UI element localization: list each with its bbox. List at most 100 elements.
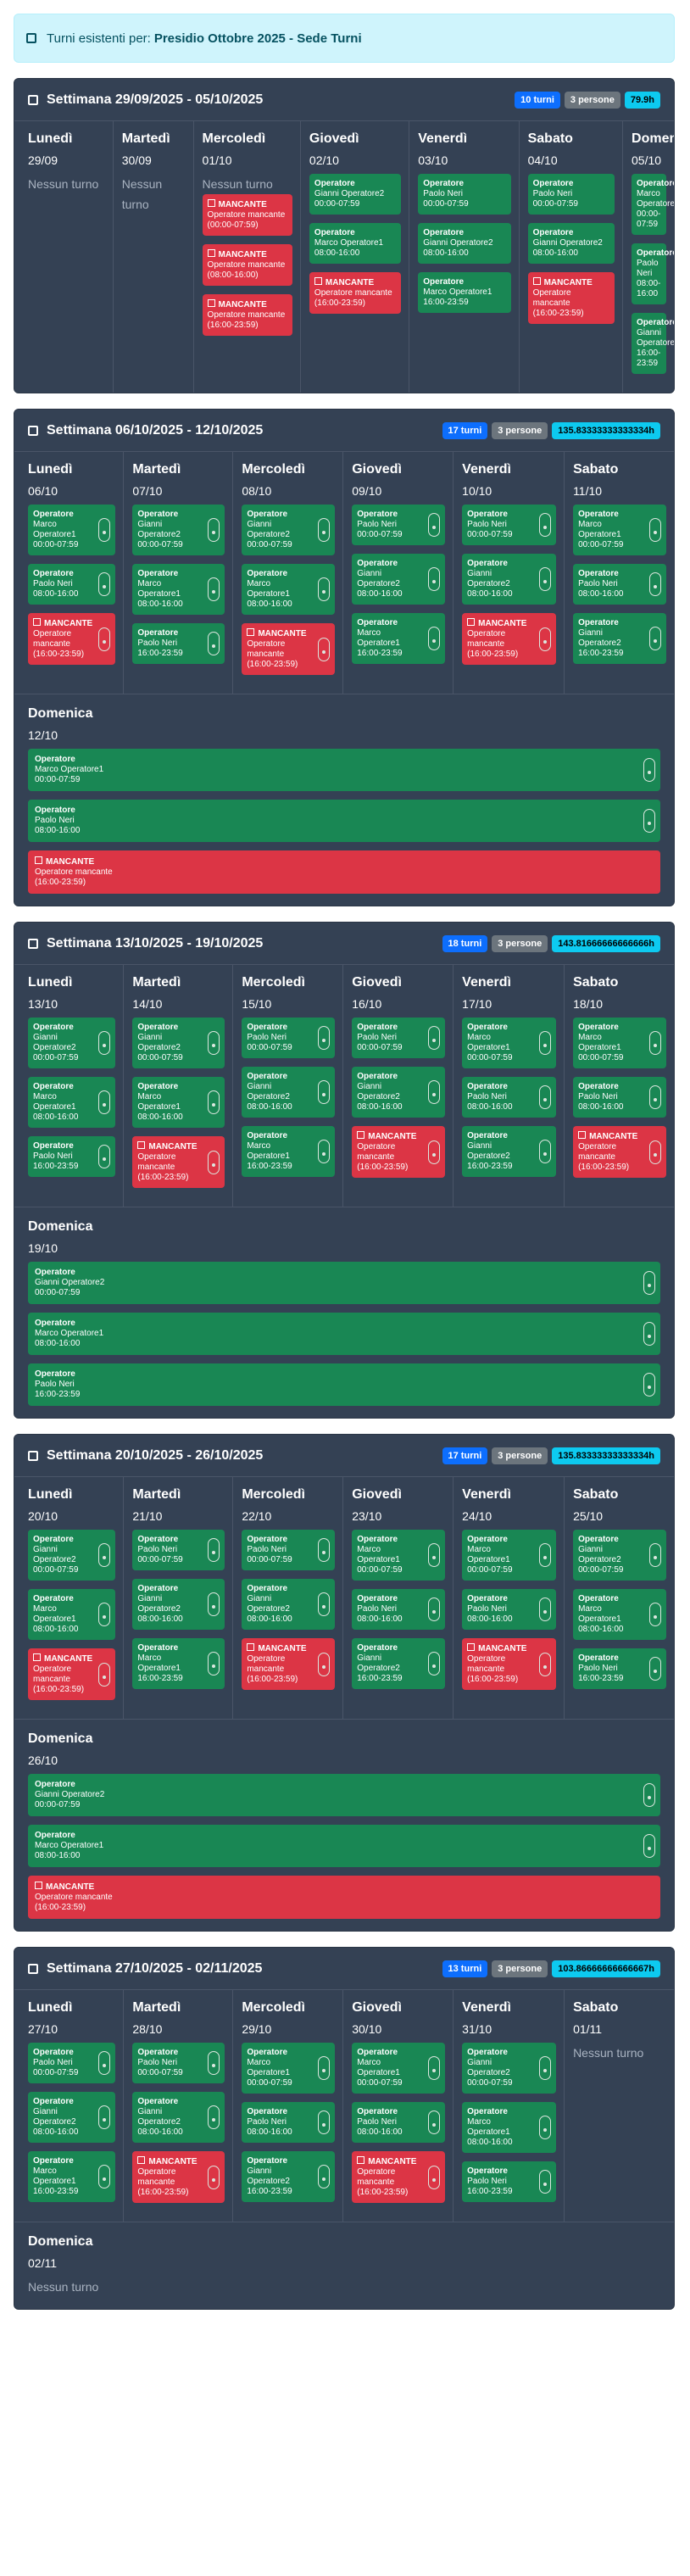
- toggle-icon[interactable]: [98, 1603, 111, 1626]
- toggle-icon[interactable]: [648, 1657, 661, 1681]
- missing-shift-card[interactable]: MANCANTE Operatore mancante (16:00-23:59): [352, 2151, 446, 2203]
- shift-card[interactable]: Operatore Marco Operatore1 08:00-16:00: [309, 223, 402, 264]
- toggle-icon[interactable]: [539, 1085, 552, 1109]
- toggle-icon[interactable]: [98, 518, 111, 542]
- toggle-icon[interactable]: [208, 2105, 220, 2129]
- toggle-icon[interactable]: [428, 627, 441, 650]
- toggle-icon[interactable]: [208, 2051, 220, 2075]
- toggle-icon[interactable]: [428, 2110, 441, 2134]
- missing-shift-card[interactable]: MANCANTE Operatore mancante (16:00-23:59): [202, 294, 292, 336]
- toggle-icon[interactable]: [648, 572, 661, 596]
- toggle-icon[interactable]: [98, 1031, 111, 1055]
- toggle-icon[interactable]: [648, 627, 661, 650]
- shift-card[interactable]: Operatore Paolo Neri 08:00-16:00: [28, 564, 116, 605]
- missing-shift-card[interactable]: MANCANTE Operatore mancante (16:00-23:59): [132, 1136, 225, 1188]
- toggle-icon[interactable]: [428, 1140, 441, 1164]
- shift-card[interactable]: Operatore Paolo Neri 00:00-07:59: [132, 1530, 225, 1570]
- toggle-icon[interactable]: [428, 1652, 441, 1676]
- shift-card[interactable]: Operatore Paolo Neri 00:00-07:59: [28, 2043, 116, 2083]
- shift-card[interactable]: Operatore Marco Operatore1 08:00-16:00: [132, 1077, 225, 1128]
- toggle-icon[interactable]: [539, 567, 552, 591]
- shift-card[interactable]: Operatore Paolo Neri 08:00-16:00: [28, 800, 660, 842]
- shift-card[interactable]: OperatoreMarco Operatore100:00-07:59: [573, 505, 666, 555]
- shift-card[interactable]: Operatore Gianni Operatore2 00:00-07:59: [242, 505, 336, 555]
- shift-card[interactable]: Operatore Gianni Operatore2 00:00-07:59: [309, 174, 402, 215]
- toggle-icon[interactable]: [318, 577, 331, 601]
- shift-card[interactable]: Operatore Marco Operatore1 08:00-16:00: [132, 564, 225, 615]
- shift-card[interactable]: OperatoreMarco Operatore100:00-07:59: [242, 2043, 336, 2094]
- shift-card[interactable]: OperatoreGianni Operatore216:00-23:59: [352, 1638, 446, 1689]
- shift-card[interactable]: Operatore Paolo Neri 00:00-07:59: [527, 174, 615, 215]
- toggle-icon[interactable]: [318, 1538, 331, 1562]
- missing-shift-card[interactable]: MANCANTE Operatore mancante (16:00-23:59): [309, 272, 402, 314]
- toggle-icon[interactable]: [428, 2056, 441, 2080]
- shift-card[interactable]: Operatore Marco Operatore1 08:00-16:00: [28, 1589, 116, 1640]
- shift-card[interactable]: Operatore Gianni Operatore2 08:00-16:00: [28, 2092, 116, 2143]
- toggle-icon[interactable]: [428, 513, 441, 537]
- toggle-icon[interactable]: [428, 2165, 441, 2189]
- shift-card[interactable]: Operatore Paolo Neri 16:00-23:59: [573, 1648, 666, 1689]
- toggle-icon[interactable]: [539, 627, 552, 651]
- shift-card[interactable]: OperatoreMarco Operatore100:00-07:59: [28, 749, 660, 791]
- toggle-icon[interactable]: [648, 1543, 661, 1567]
- shift-card[interactable]: Operatore Paolo Neri 08:00-16:00: [352, 2102, 446, 2143]
- shift-card[interactable]: Operatore Gianni Operatore2 08:00-16:00: [418, 223, 511, 264]
- missing-shift-card[interactable]: MANCANTE Operatore mancante (16:00-23:59): [28, 850, 660, 894]
- toggle-icon[interactable]: [208, 577, 220, 601]
- toggle-icon[interactable]: [98, 627, 111, 651]
- shift-card[interactable]: OperatoreMarco Operatore100:00-07:59: [462, 1530, 557, 1581]
- toggle-icon[interactable]: [98, 1662, 111, 1687]
- shift-card[interactable]: Operatore Gianni Operatore2 00:00-07:59: [28, 1530, 116, 1581]
- shift-card[interactable]: Operatore Paolo Neri 00:00-07:59: [132, 2043, 225, 2083]
- shift-card[interactable]: Operatore Paolo Neri 00:00-07:59: [462, 505, 557, 545]
- missing-shift-card[interactable]: MANCANTE Operatore mancante (16:00-23:59): [28, 613, 116, 665]
- toggle-icon[interactable]: [318, 518, 331, 542]
- shift-card[interactable]: Operatore Paolo Neri 00:00-07:59: [418, 174, 511, 215]
- toggle-icon[interactable]: [318, 2110, 331, 2134]
- shift-card[interactable]: Operatore Marco Operatore1 08:00-16:00: [28, 1825, 660, 1867]
- missing-shift-card[interactable]: MANCANTE Operatore mancante (08:00-16:00): [202, 244, 292, 286]
- shift-card[interactable]: Operatore Gianni Operatore2 08:00-16:00: [132, 2092, 225, 2143]
- shift-card[interactable]: Operatore Gianni Operatore2 00:00-07:59: [28, 1774, 660, 1816]
- missing-shift-card[interactable]: MANCANTE Operatore mancante (16:00-23:59): [28, 1648, 116, 1700]
- toggle-icon[interactable]: [98, 2105, 111, 2129]
- toggle-icon[interactable]: [318, 1140, 331, 1163]
- toggle-icon[interactable]: [643, 1783, 655, 1807]
- shift-card[interactable]: Operatore Paolo Neri 08:00-16:00: [352, 1589, 446, 1630]
- shift-card[interactable]: Operatore Paolo Neri 16:00-23:59: [132, 623, 225, 664]
- shift-card[interactable]: Operatore Paolo Neri 08:00-16:00: [242, 2102, 336, 2143]
- toggle-icon[interactable]: [208, 1031, 220, 1055]
- missing-shift-card[interactable]: MANCANTE Operatore mancante (00:00-07:59): [202, 194, 292, 236]
- missing-shift-card[interactable]: MANCANTE Operatore mancante (16:00-23:59): [352, 1126, 446, 1178]
- toggle-icon[interactable]: [539, 1031, 552, 1055]
- shift-card[interactable]: Operatore Paolo Neri 08:00-16:00: [462, 1077, 557, 1118]
- shift-card[interactable]: Operatore Marco Operatore1 16:00-23:59: [28, 2151, 116, 2202]
- missing-shift-card[interactable]: MANCANTE Operatore mancante (16:00-23:59): [462, 1638, 557, 1690]
- shift-card[interactable]: Operatore Marco Operatore1 16:00-23:59: [132, 1638, 225, 1689]
- toggle-icon[interactable]: [318, 2056, 331, 2080]
- shift-card[interactable]: OperatoreMarco Operatore100:00-07:59: [462, 1018, 557, 1068]
- toggle-icon[interactable]: [648, 1031, 661, 1055]
- shift-card[interactable]: Operatore Gianni Operatore2 08:00-16:00: [242, 1579, 336, 1630]
- shift-card[interactable]: OperatoreMarco Operatore100:00-07:59: [573, 1018, 666, 1068]
- toggle-icon[interactable]: [208, 1652, 220, 1676]
- toggle-icon[interactable]: [539, 1543, 552, 1567]
- shift-card[interactable]: Operatore Gianni Operatore2 08:00-16:00: [352, 1067, 446, 1118]
- toggle-icon[interactable]: [98, 2165, 111, 2188]
- toggle-icon[interactable]: [318, 1652, 331, 1676]
- shift-card[interactable]: OperatoreGianni Operatore216:00-23:59: [242, 2151, 336, 2202]
- shift-card[interactable]: Operatore Gianni Operatore2 00:00-07:59: [132, 1018, 225, 1068]
- toggle-icon[interactable]: [318, 1026, 331, 1050]
- missing-shift-card[interactable]: MANCANTE Operatore mancante (16:00-23:59): [242, 623, 336, 675]
- shift-card[interactable]: Operatore Marco Operatore1 08:00-16:00: [462, 2102, 557, 2153]
- toggle-icon[interactable]: [648, 1140, 661, 1164]
- missing-shift-card[interactable]: MANCANTE Operatore mancante (16:00-23:59): [132, 2151, 225, 2203]
- shift-card[interactable]: OperatoreMarco Operatore100:00-07:59: [352, 2043, 446, 2094]
- toggle-icon[interactable]: [98, 1543, 111, 1567]
- toggle-icon[interactable]: [208, 518, 220, 542]
- shift-card[interactable]: Operatore Gianni Operatore2 08:00-16:00: [462, 554, 557, 605]
- toggle-icon[interactable]: [318, 2165, 331, 2188]
- shift-card[interactable]: Operatore Gianni Operatore2 00:00-07:59: [28, 1262, 660, 1304]
- shift-card[interactable]: OperatoreMarco Operatore100:00-07:59: [632, 174, 674, 235]
- shift-card[interactable]: Operatore Paolo Neri 00:00-07:59: [352, 1018, 446, 1058]
